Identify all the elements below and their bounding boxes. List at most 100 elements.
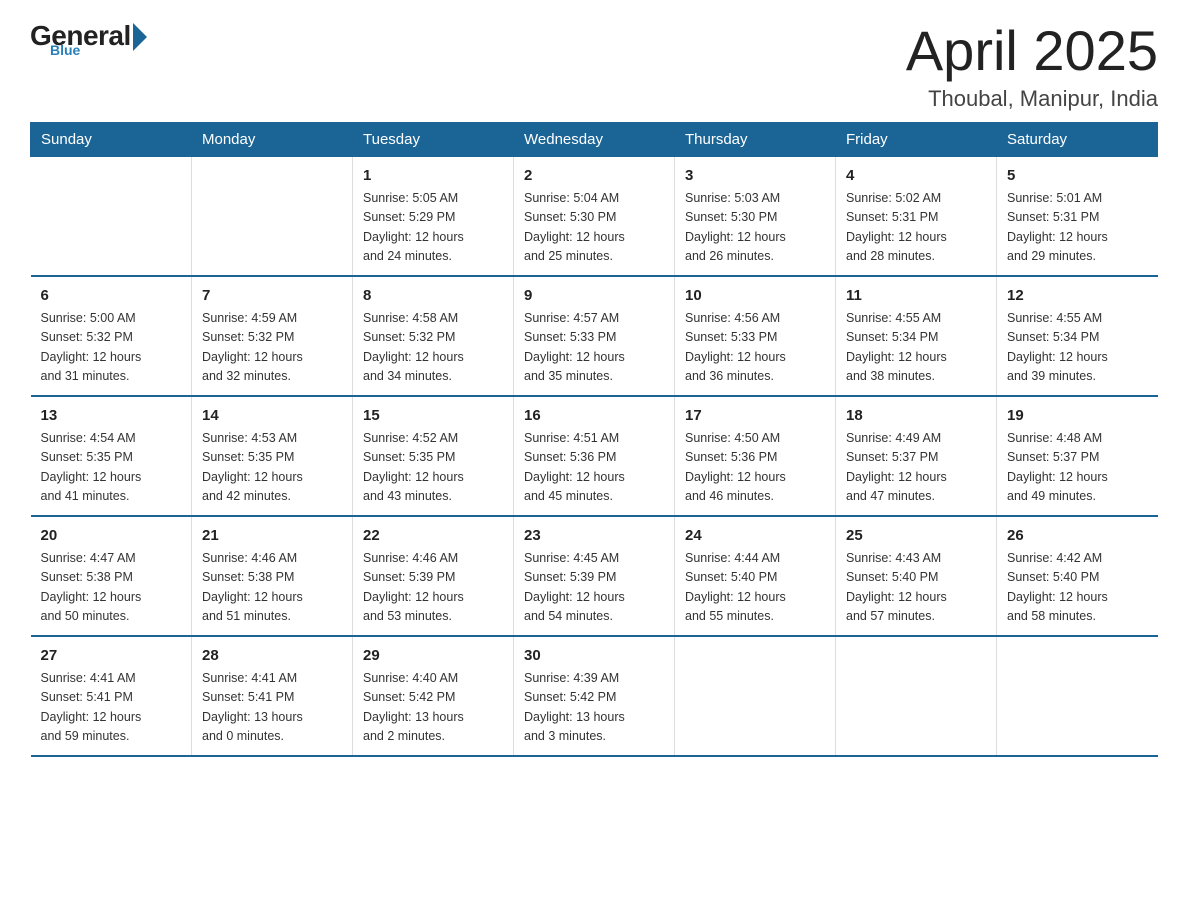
- subtitle: Thoubal, Manipur, India: [906, 86, 1158, 112]
- week-row-5: 27Sunrise: 4:41 AM Sunset: 5:41 PM Dayli…: [31, 636, 1158, 756]
- day-number: 21: [202, 525, 342, 548]
- day-number: 5: [1007, 165, 1148, 188]
- calendar-cell: [836, 636, 997, 756]
- day-info: Sunrise: 4:42 AM Sunset: 5:40 PM Dayligh…: [1007, 549, 1148, 627]
- calendar-cell: 25Sunrise: 4:43 AM Sunset: 5:40 PM Dayli…: [836, 516, 997, 636]
- calendar-cell: 18Sunrise: 4:49 AM Sunset: 5:37 PM Dayli…: [836, 396, 997, 516]
- logo-blue-text: Blue: [50, 42, 80, 58]
- day-info: Sunrise: 4:43 AM Sunset: 5:40 PM Dayligh…: [846, 549, 986, 627]
- day-info: Sunrise: 4:57 AM Sunset: 5:33 PM Dayligh…: [524, 309, 664, 387]
- calendar-cell: 12Sunrise: 4:55 AM Sunset: 5:34 PM Dayli…: [997, 276, 1158, 396]
- day-number: 10: [685, 285, 825, 308]
- calendar-cell: 20Sunrise: 4:47 AM Sunset: 5:38 PM Dayli…: [31, 516, 192, 636]
- day-number: 6: [41, 285, 182, 308]
- day-info: Sunrise: 4:45 AM Sunset: 5:39 PM Dayligh…: [524, 549, 664, 627]
- day-number: 2: [524, 165, 664, 188]
- day-number: 8: [363, 285, 503, 308]
- day-number: 17: [685, 405, 825, 428]
- calendar-cell: 6Sunrise: 5:00 AM Sunset: 5:32 PM Daylig…: [31, 276, 192, 396]
- day-number: 19: [1007, 405, 1148, 428]
- day-info: Sunrise: 4:54 AM Sunset: 5:35 PM Dayligh…: [41, 429, 182, 507]
- week-row-3: 13Sunrise: 4:54 AM Sunset: 5:35 PM Dayli…: [31, 396, 1158, 516]
- day-info: Sunrise: 5:04 AM Sunset: 5:30 PM Dayligh…: [524, 189, 664, 267]
- calendar-cell: 15Sunrise: 4:52 AM Sunset: 5:35 PM Dayli…: [353, 396, 514, 516]
- day-number: 25: [846, 525, 986, 548]
- day-number: 3: [685, 165, 825, 188]
- main-title: April 2025: [906, 20, 1158, 82]
- calendar-cell: 10Sunrise: 4:56 AM Sunset: 5:33 PM Dayli…: [675, 276, 836, 396]
- calendar-table: SundayMondayTuesdayWednesdayThursdayFrid…: [30, 122, 1158, 757]
- day-number: 4: [846, 165, 986, 188]
- calendar-cell: 11Sunrise: 4:55 AM Sunset: 5:34 PM Dayli…: [836, 276, 997, 396]
- day-info: Sunrise: 4:39 AM Sunset: 5:42 PM Dayligh…: [524, 669, 664, 747]
- calendar-cell: 30Sunrise: 4:39 AM Sunset: 5:42 PM Dayli…: [514, 636, 675, 756]
- calendar-cell: 5Sunrise: 5:01 AM Sunset: 5:31 PM Daylig…: [997, 156, 1158, 276]
- day-number: 7: [202, 285, 342, 308]
- day-info: Sunrise: 5:03 AM Sunset: 5:30 PM Dayligh…: [685, 189, 825, 267]
- day-number: 29: [363, 645, 503, 668]
- day-number: 28: [202, 645, 342, 668]
- day-info: Sunrise: 4:56 AM Sunset: 5:33 PM Dayligh…: [685, 309, 825, 387]
- day-number: 26: [1007, 525, 1148, 548]
- week-row-2: 6Sunrise: 5:00 AM Sunset: 5:32 PM Daylig…: [31, 276, 1158, 396]
- calendar-cell: 14Sunrise: 4:53 AM Sunset: 5:35 PM Dayli…: [192, 396, 353, 516]
- day-info: Sunrise: 4:46 AM Sunset: 5:38 PM Dayligh…: [202, 549, 342, 627]
- calendar-cell: [31, 156, 192, 276]
- day-number: 18: [846, 405, 986, 428]
- calendar-cell: 9Sunrise: 4:57 AM Sunset: 5:33 PM Daylig…: [514, 276, 675, 396]
- calendar-cell: 16Sunrise: 4:51 AM Sunset: 5:36 PM Dayli…: [514, 396, 675, 516]
- day-info: Sunrise: 5:05 AM Sunset: 5:29 PM Dayligh…: [363, 189, 503, 267]
- column-header-thursday: Thursday: [675, 122, 836, 156]
- day-number: 22: [363, 525, 503, 548]
- day-info: Sunrise: 4:48 AM Sunset: 5:37 PM Dayligh…: [1007, 429, 1148, 507]
- day-number: 11: [846, 285, 986, 308]
- day-info: Sunrise: 4:44 AM Sunset: 5:40 PM Dayligh…: [685, 549, 825, 627]
- calendar-cell: 8Sunrise: 4:58 AM Sunset: 5:32 PM Daylig…: [353, 276, 514, 396]
- page-header: General Blue April 2025 Thoubal, Manipur…: [30, 20, 1158, 112]
- calendar-cell: 13Sunrise: 4:54 AM Sunset: 5:35 PM Dayli…: [31, 396, 192, 516]
- column-header-tuesday: Tuesday: [353, 122, 514, 156]
- column-header-wednesday: Wednesday: [514, 122, 675, 156]
- calendar-cell: 4Sunrise: 5:02 AM Sunset: 5:31 PM Daylig…: [836, 156, 997, 276]
- day-number: 20: [41, 525, 182, 548]
- calendar-cell: [675, 636, 836, 756]
- day-info: Sunrise: 4:53 AM Sunset: 5:35 PM Dayligh…: [202, 429, 342, 507]
- calendar-cell: [192, 156, 353, 276]
- calendar-cell: 22Sunrise: 4:46 AM Sunset: 5:39 PM Dayli…: [353, 516, 514, 636]
- calendar-cell: 7Sunrise: 4:59 AM Sunset: 5:32 PM Daylig…: [192, 276, 353, 396]
- day-number: 24: [685, 525, 825, 548]
- column-header-sunday: Sunday: [31, 122, 192, 156]
- day-info: Sunrise: 4:59 AM Sunset: 5:32 PM Dayligh…: [202, 309, 342, 387]
- calendar-cell: [997, 636, 1158, 756]
- day-info: Sunrise: 4:55 AM Sunset: 5:34 PM Dayligh…: [846, 309, 986, 387]
- week-row-4: 20Sunrise: 4:47 AM Sunset: 5:38 PM Dayli…: [31, 516, 1158, 636]
- day-number: 1: [363, 165, 503, 188]
- day-info: Sunrise: 4:47 AM Sunset: 5:38 PM Dayligh…: [41, 549, 182, 627]
- calendar-cell: 1Sunrise: 5:05 AM Sunset: 5:29 PM Daylig…: [353, 156, 514, 276]
- logo-triangle-icon: [133, 23, 147, 51]
- calendar-cell: 2Sunrise: 5:04 AM Sunset: 5:30 PM Daylig…: [514, 156, 675, 276]
- day-info: Sunrise: 4:40 AM Sunset: 5:42 PM Dayligh…: [363, 669, 503, 747]
- column-header-saturday: Saturday: [997, 122, 1158, 156]
- day-info: Sunrise: 4:49 AM Sunset: 5:37 PM Dayligh…: [846, 429, 986, 507]
- day-info: Sunrise: 4:52 AM Sunset: 5:35 PM Dayligh…: [363, 429, 503, 507]
- column-header-monday: Monday: [192, 122, 353, 156]
- calendar-cell: 23Sunrise: 4:45 AM Sunset: 5:39 PM Dayli…: [514, 516, 675, 636]
- day-number: 16: [524, 405, 664, 428]
- title-block: April 2025 Thoubal, Manipur, India: [906, 20, 1158, 112]
- calendar-cell: 21Sunrise: 4:46 AM Sunset: 5:38 PM Dayli…: [192, 516, 353, 636]
- day-info: Sunrise: 4:41 AM Sunset: 5:41 PM Dayligh…: [41, 669, 182, 747]
- day-info: Sunrise: 4:51 AM Sunset: 5:36 PM Dayligh…: [524, 429, 664, 507]
- calendar-cell: 19Sunrise: 4:48 AM Sunset: 5:37 PM Dayli…: [997, 396, 1158, 516]
- calendar-cell: 29Sunrise: 4:40 AM Sunset: 5:42 PM Dayli…: [353, 636, 514, 756]
- calendar-cell: 17Sunrise: 4:50 AM Sunset: 5:36 PM Dayli…: [675, 396, 836, 516]
- day-number: 14: [202, 405, 342, 428]
- day-number: 12: [1007, 285, 1148, 308]
- calendar-cell: 3Sunrise: 5:03 AM Sunset: 5:30 PM Daylig…: [675, 156, 836, 276]
- day-info: Sunrise: 5:01 AM Sunset: 5:31 PM Dayligh…: [1007, 189, 1148, 267]
- day-info: Sunrise: 4:55 AM Sunset: 5:34 PM Dayligh…: [1007, 309, 1148, 387]
- day-info: Sunrise: 4:58 AM Sunset: 5:32 PM Dayligh…: [363, 309, 503, 387]
- week-row-1: 1Sunrise: 5:05 AM Sunset: 5:29 PM Daylig…: [31, 156, 1158, 276]
- day-info: Sunrise: 4:46 AM Sunset: 5:39 PM Dayligh…: [363, 549, 503, 627]
- day-number: 15: [363, 405, 503, 428]
